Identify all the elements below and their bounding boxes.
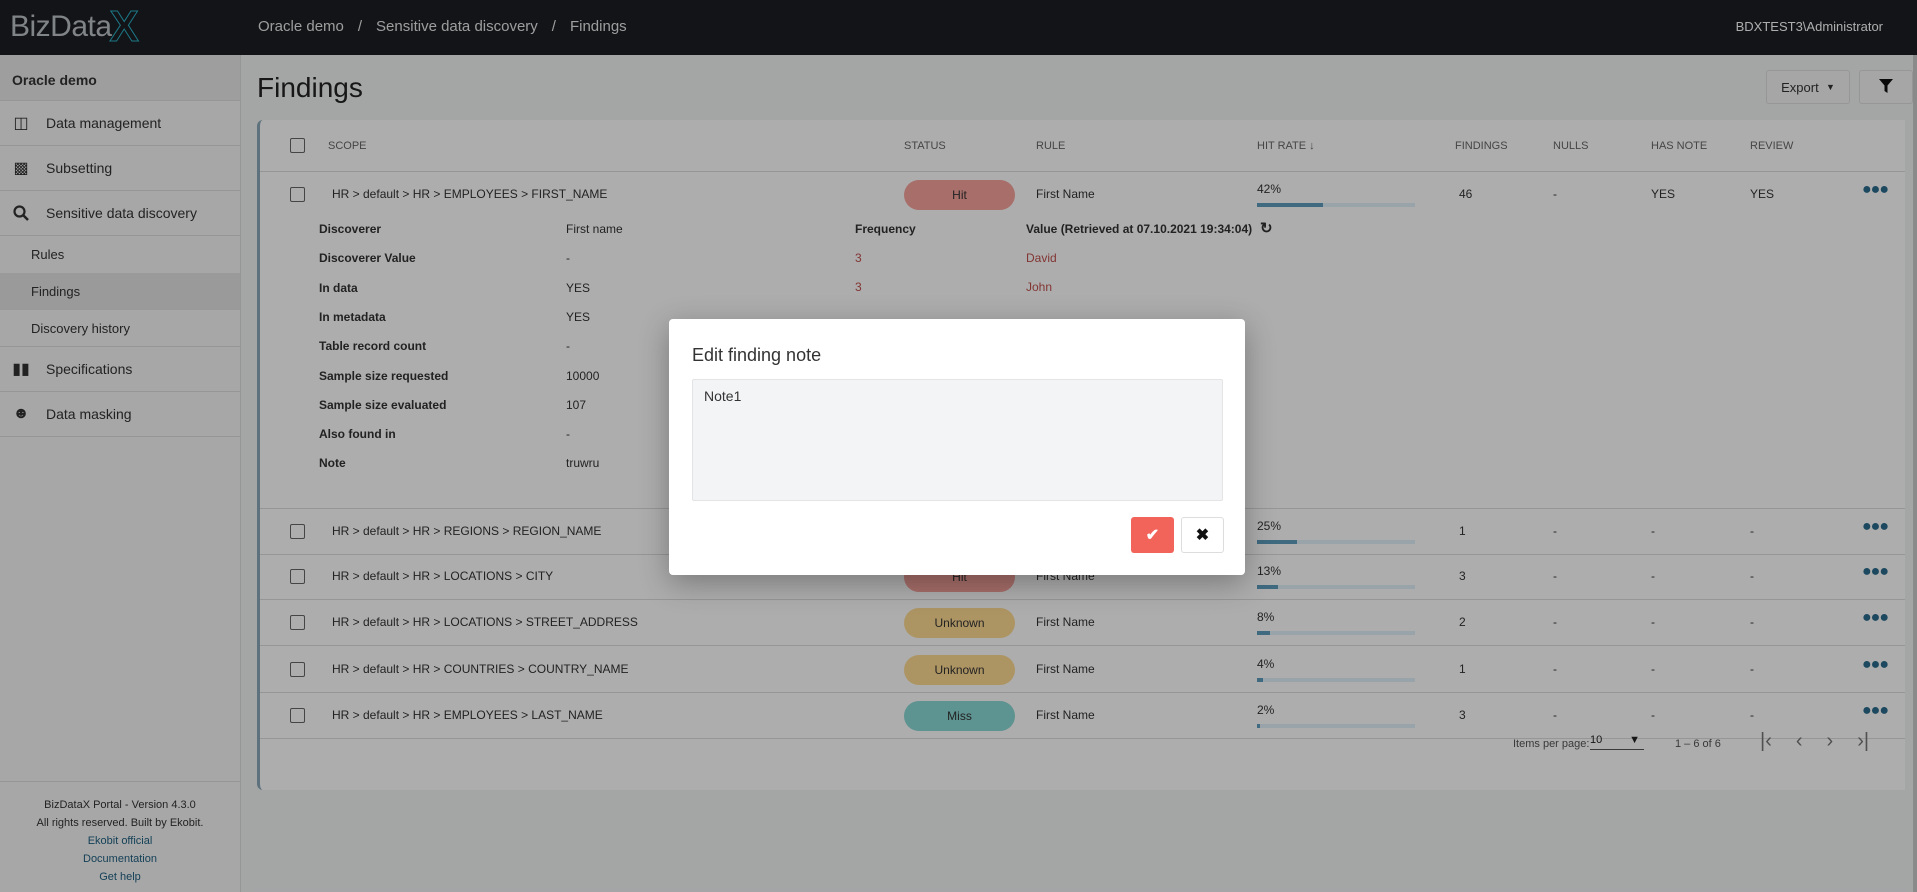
close-icon: ✖	[1195, 527, 1210, 544]
confirm-button[interactable]: ✔	[1131, 517, 1174, 553]
check-icon: ✔	[1145, 527, 1160, 544]
edit-note-dialog: Edit finding note Note1 ✔ ✖	[669, 319, 1245, 575]
cancel-button[interactable]: ✖	[1181, 517, 1224, 553]
note-input[interactable]: Note1	[692, 379, 1223, 501]
dialog-title: Edit finding note	[692, 345, 822, 365]
